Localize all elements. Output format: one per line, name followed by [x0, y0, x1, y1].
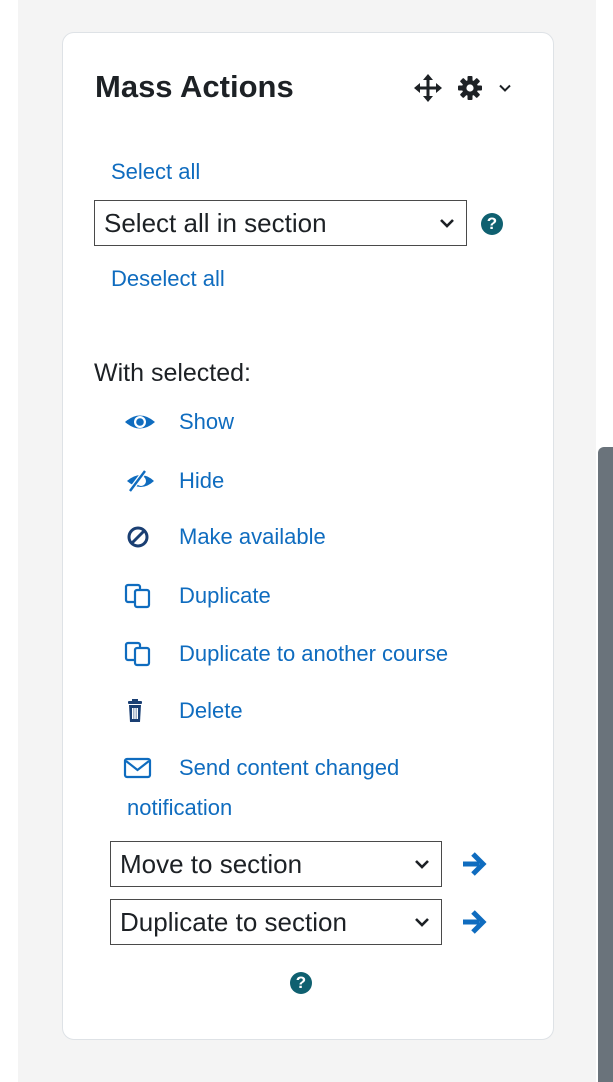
chevron-down-icon	[413, 913, 431, 931]
scrollbar-thumb[interactable]	[598, 447, 613, 1082]
trash-icon	[123, 699, 157, 723]
action-label: Show	[179, 409, 235, 434]
action-send-notification[interactable]: Send content changed	[123, 755, 399, 781]
move-to-section-go-button[interactable]	[460, 851, 490, 877]
block-header-controls	[413, 73, 513, 103]
duplicate-to-section-go-button[interactable]	[460, 909, 490, 935]
action-label: Duplicate	[179, 583, 271, 608]
envelope-icon	[123, 756, 157, 780]
help-icon[interactable]: ?	[481, 213, 503, 235]
action-make-available[interactable]: Make available	[123, 524, 326, 550]
copy-icon	[123, 641, 157, 667]
ban-icon	[123, 525, 157, 549]
move-to-section-value: Move to section	[120, 848, 303, 879]
action-send-notification-continued[interactable]: notification	[127, 795, 232, 821]
action-label: Make available	[179, 524, 326, 549]
copy-icon	[123, 583, 157, 609]
arrow-right-icon	[463, 852, 487, 876]
move-icon[interactable]	[413, 73, 443, 103]
select-all-in-section-value: Select all in section	[104, 207, 327, 238]
gear-icon[interactable]	[457, 75, 483, 101]
chevron-down-icon[interactable]	[497, 80, 513, 96]
select-all-in-section-dropdown[interactable]: Select all in section	[94, 200, 467, 246]
chevron-down-icon	[413, 855, 431, 873]
chevron-down-icon	[438, 214, 456, 232]
mass-actions-block: Mass Actions Select all Select all in se…	[62, 32, 554, 1040]
eye-icon	[123, 410, 157, 434]
select-all-link[interactable]: Select all	[111, 159, 200, 185]
action-label: Send content changed	[179, 755, 400, 780]
action-label: Duplicate to another course	[179, 641, 449, 666]
action-label: Hide	[179, 468, 225, 493]
action-hide[interactable]: Hide	[123, 468, 224, 494]
eye-slash-icon	[123, 469, 157, 493]
deselect-all-link[interactable]: Deselect all	[111, 266, 225, 292]
action-duplicate-to-another-course[interactable]: Duplicate to another course	[123, 641, 448, 667]
move-to-section-dropdown[interactable]: Move to section	[110, 841, 442, 887]
action-duplicate[interactable]: Duplicate	[123, 583, 271, 609]
duplicate-to-section-value: Duplicate to section	[120, 906, 347, 937]
action-delete[interactable]: Delete	[123, 698, 243, 724]
help-icon[interactable]: ?	[290, 972, 312, 994]
with-selected-label: With selected:	[94, 359, 252, 387]
action-label: Delete	[179, 698, 243, 723]
duplicate-to-section-dropdown[interactable]: Duplicate to section	[110, 899, 442, 945]
action-show[interactable]: Show	[123, 409, 234, 435]
arrow-right-icon	[463, 910, 487, 934]
block-title: Mass Actions	[95, 69, 294, 104]
